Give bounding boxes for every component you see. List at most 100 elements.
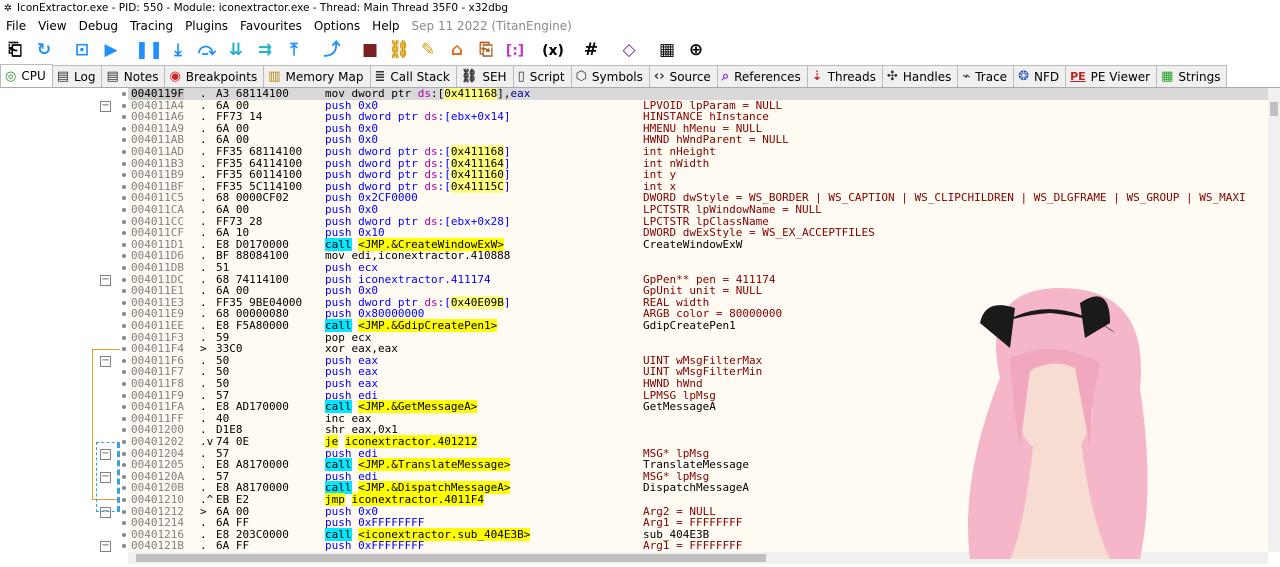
expression-button[interactable]: (x) bbox=[541, 39, 565, 63]
menu-help[interactable]: Help bbox=[366, 19, 405, 33]
bookmark-icon: ⎘ bbox=[479, 40, 493, 60]
bookmark-button[interactable]: ⎘ bbox=[474, 39, 498, 63]
patch-button[interactable]: ⛓ bbox=[387, 39, 411, 63]
breakpoint-dot[interactable] bbox=[122, 254, 126, 259]
calculator-button[interactable]: ▦ bbox=[655, 39, 679, 63]
breakpoint-dot[interactable] bbox=[122, 474, 126, 479]
fold-toggle-icon[interactable]: − bbox=[100, 541, 111, 553]
breakpoint-dot[interactable] bbox=[122, 231, 126, 236]
breakpoint-dot[interactable] bbox=[122, 440, 126, 444]
breakpoint-dot[interactable] bbox=[122, 405, 126, 410]
close-button[interactable]: ⊡ bbox=[70, 39, 94, 63]
breakpoint-dot[interactable] bbox=[122, 184, 126, 189]
tab-references[interactable]: ⌕ References bbox=[716, 65, 808, 87]
restart-icon: ↻ bbox=[36, 40, 52, 60]
menu-options[interactable]: Options bbox=[308, 19, 366, 33]
breakpoint-dot[interactable] bbox=[122, 428, 126, 433]
breakpoint-dot[interactable] bbox=[122, 532, 126, 537]
breakpoint-dot[interactable] bbox=[122, 173, 126, 178]
breakpoint-dot[interactable] bbox=[122, 509, 126, 514]
breakpoint-dot[interactable] bbox=[122, 347, 126, 352]
run-to-user-code-button[interactable]: ⤴ bbox=[320, 39, 344, 63]
breakpoint-dot[interactable] bbox=[122, 393, 126, 398]
comment-button[interactable]: ✎ bbox=[416, 39, 440, 63]
tab-script[interactable]: ▯ Script bbox=[512, 65, 572, 87]
menu-tracing[interactable]: Tracing bbox=[124, 19, 179, 33]
breakpoint-dot[interactable] bbox=[122, 126, 126, 131]
vertical-scrollbar[interactable] bbox=[1268, 88, 1280, 552]
breakpoint-dot[interactable] bbox=[122, 382, 126, 386]
breakpoint-dot[interactable] bbox=[122, 196, 126, 201]
breakpoint-dot[interactable] bbox=[122, 521, 126, 526]
open-button[interactable]: ⎗ bbox=[3, 39, 27, 63]
tab-call-stack[interactable]: ≣ Call Stack bbox=[369, 65, 457, 87]
tab-breakpoints[interactable]: ◉ Breakpoints bbox=[164, 65, 265, 87]
tab-strings[interactable]: ▦ Strings bbox=[1156, 65, 1228, 87]
run-button[interactable]: ▶ bbox=[99, 39, 123, 63]
step-over-button[interactable]: ⤼ bbox=[195, 39, 219, 63]
tab-source[interactable]: ‹› Source bbox=[648, 65, 718, 87]
breakpoint-dot[interactable] bbox=[122, 463, 126, 468]
breakpoint-dot[interactable] bbox=[122, 544, 126, 549]
breakpoint-dot[interactable] bbox=[122, 92, 126, 96]
tab-threads[interactable]: ⇣ Threads bbox=[806, 65, 883, 87]
fold-toggle-icon[interactable]: − bbox=[100, 274, 111, 286]
breakpoint-dot[interactable] bbox=[122, 486, 126, 491]
breakpoint-dot[interactable] bbox=[122, 358, 126, 363]
breakpoint-dot[interactable] bbox=[122, 266, 126, 270]
disasm-row[interactable]: 004011CA. 6A 00 push 0x0 LPCTSTR lpWindowNa… bbox=[128, 204, 1268, 216]
tab-notes[interactable]: ▤ Notes bbox=[101, 65, 166, 87]
pause-button[interactable]: ❚❚ bbox=[135, 39, 164, 63]
breakpoint-dot[interactable] bbox=[122, 138, 126, 143]
tab-label: Handles bbox=[902, 69, 952, 84]
tab-handles[interactable]: ✣ Handles bbox=[881, 65, 959, 87]
tab-seh[interactable]: ⛓ SEH bbox=[455, 65, 514, 87]
tab-pe-viewer[interactable]: PE PE Viewer bbox=[1065, 65, 1158, 87]
trace-into-button[interactable]: ⇊ bbox=[224, 39, 248, 63]
breakpoint-dot[interactable] bbox=[122, 103, 126, 108]
breakpoint-dot[interactable] bbox=[122, 324, 126, 328]
menu-debug[interactable]: Debug bbox=[73, 19, 124, 33]
tab-trace[interactable]: ⌁ Trace bbox=[957, 65, 1015, 87]
execute-till-return-button[interactable]: ⤒ bbox=[282, 39, 306, 63]
label-button[interactable]: ⌂ bbox=[445, 39, 469, 63]
vertical-scroll-thumb[interactable] bbox=[1270, 102, 1278, 116]
breakpoint-dot[interactable] bbox=[122, 335, 126, 340]
tab-nfd[interactable]: ❂ NFD bbox=[1013, 65, 1067, 87]
breakpoint-dot[interactable] bbox=[122, 242, 126, 247]
function-button[interactable]: [:] bbox=[503, 39, 527, 63]
variables-button[interactable]: ◇ bbox=[617, 39, 641, 63]
breakpoint-dot[interactable] bbox=[122, 150, 126, 154]
breakpoint-dot[interactable] bbox=[122, 416, 126, 421]
breakpoint-dot[interactable] bbox=[122, 219, 126, 224]
menu-plugins[interactable]: Plugins bbox=[179, 19, 234, 33]
breakpoint-dot[interactable] bbox=[122, 451, 126, 456]
breakpoint-dot[interactable] bbox=[122, 161, 126, 166]
restart-button[interactable]: ↻ bbox=[32, 39, 56, 63]
horizontal-scroll-thumb[interactable] bbox=[136, 554, 766, 562]
menu-favourites[interactable]: Favourites bbox=[234, 19, 308, 33]
fold-toggle-icon[interactable]: − bbox=[100, 100, 111, 112]
menu-view[interactable]: View bbox=[32, 19, 72, 33]
breakpoint-dot[interactable] bbox=[122, 208, 126, 212]
breakpoint-dot[interactable] bbox=[122, 312, 126, 317]
trace-over-button[interactable]: ⇉ bbox=[253, 39, 277, 63]
row-bytes: A3 68114100 bbox=[216, 88, 289, 100]
hash-button[interactable]: # bbox=[579, 39, 603, 63]
disasm-row[interactable]: 0040119F. A3 68114100 mov dword ptr ds:[0x… bbox=[128, 88, 1268, 100]
step-into-button[interactable]: ⤓ bbox=[166, 39, 190, 63]
tab-log[interactable]: ▤ Log bbox=[51, 65, 103, 87]
stop-button[interactable]: ■ bbox=[358, 39, 382, 63]
breakpoint-dot[interactable] bbox=[122, 277, 126, 282]
breakpoint-dot[interactable] bbox=[122, 498, 126, 502]
tab-symbols[interactable]: ⬡ Symbols bbox=[570, 65, 650, 87]
breakpoint-dot[interactable] bbox=[122, 115, 126, 120]
menu-file[interactable]: File bbox=[0, 19, 32, 33]
breakpoint-dot[interactable] bbox=[122, 300, 126, 305]
breakpoint-dot[interactable] bbox=[122, 289, 126, 294]
tab-memory-map[interactable]: ▥ Memory Map bbox=[263, 65, 371, 87]
tab-cpu[interactable]: ◎ CPU bbox=[0, 64, 53, 87]
breakpoint-dot[interactable] bbox=[122, 370, 126, 375]
web-button[interactable]: ⊕ bbox=[684, 39, 708, 63]
disasm-row[interactable]: 004011AD. FF35 68114100 push dword ptr ds:… bbox=[128, 145, 1268, 158]
